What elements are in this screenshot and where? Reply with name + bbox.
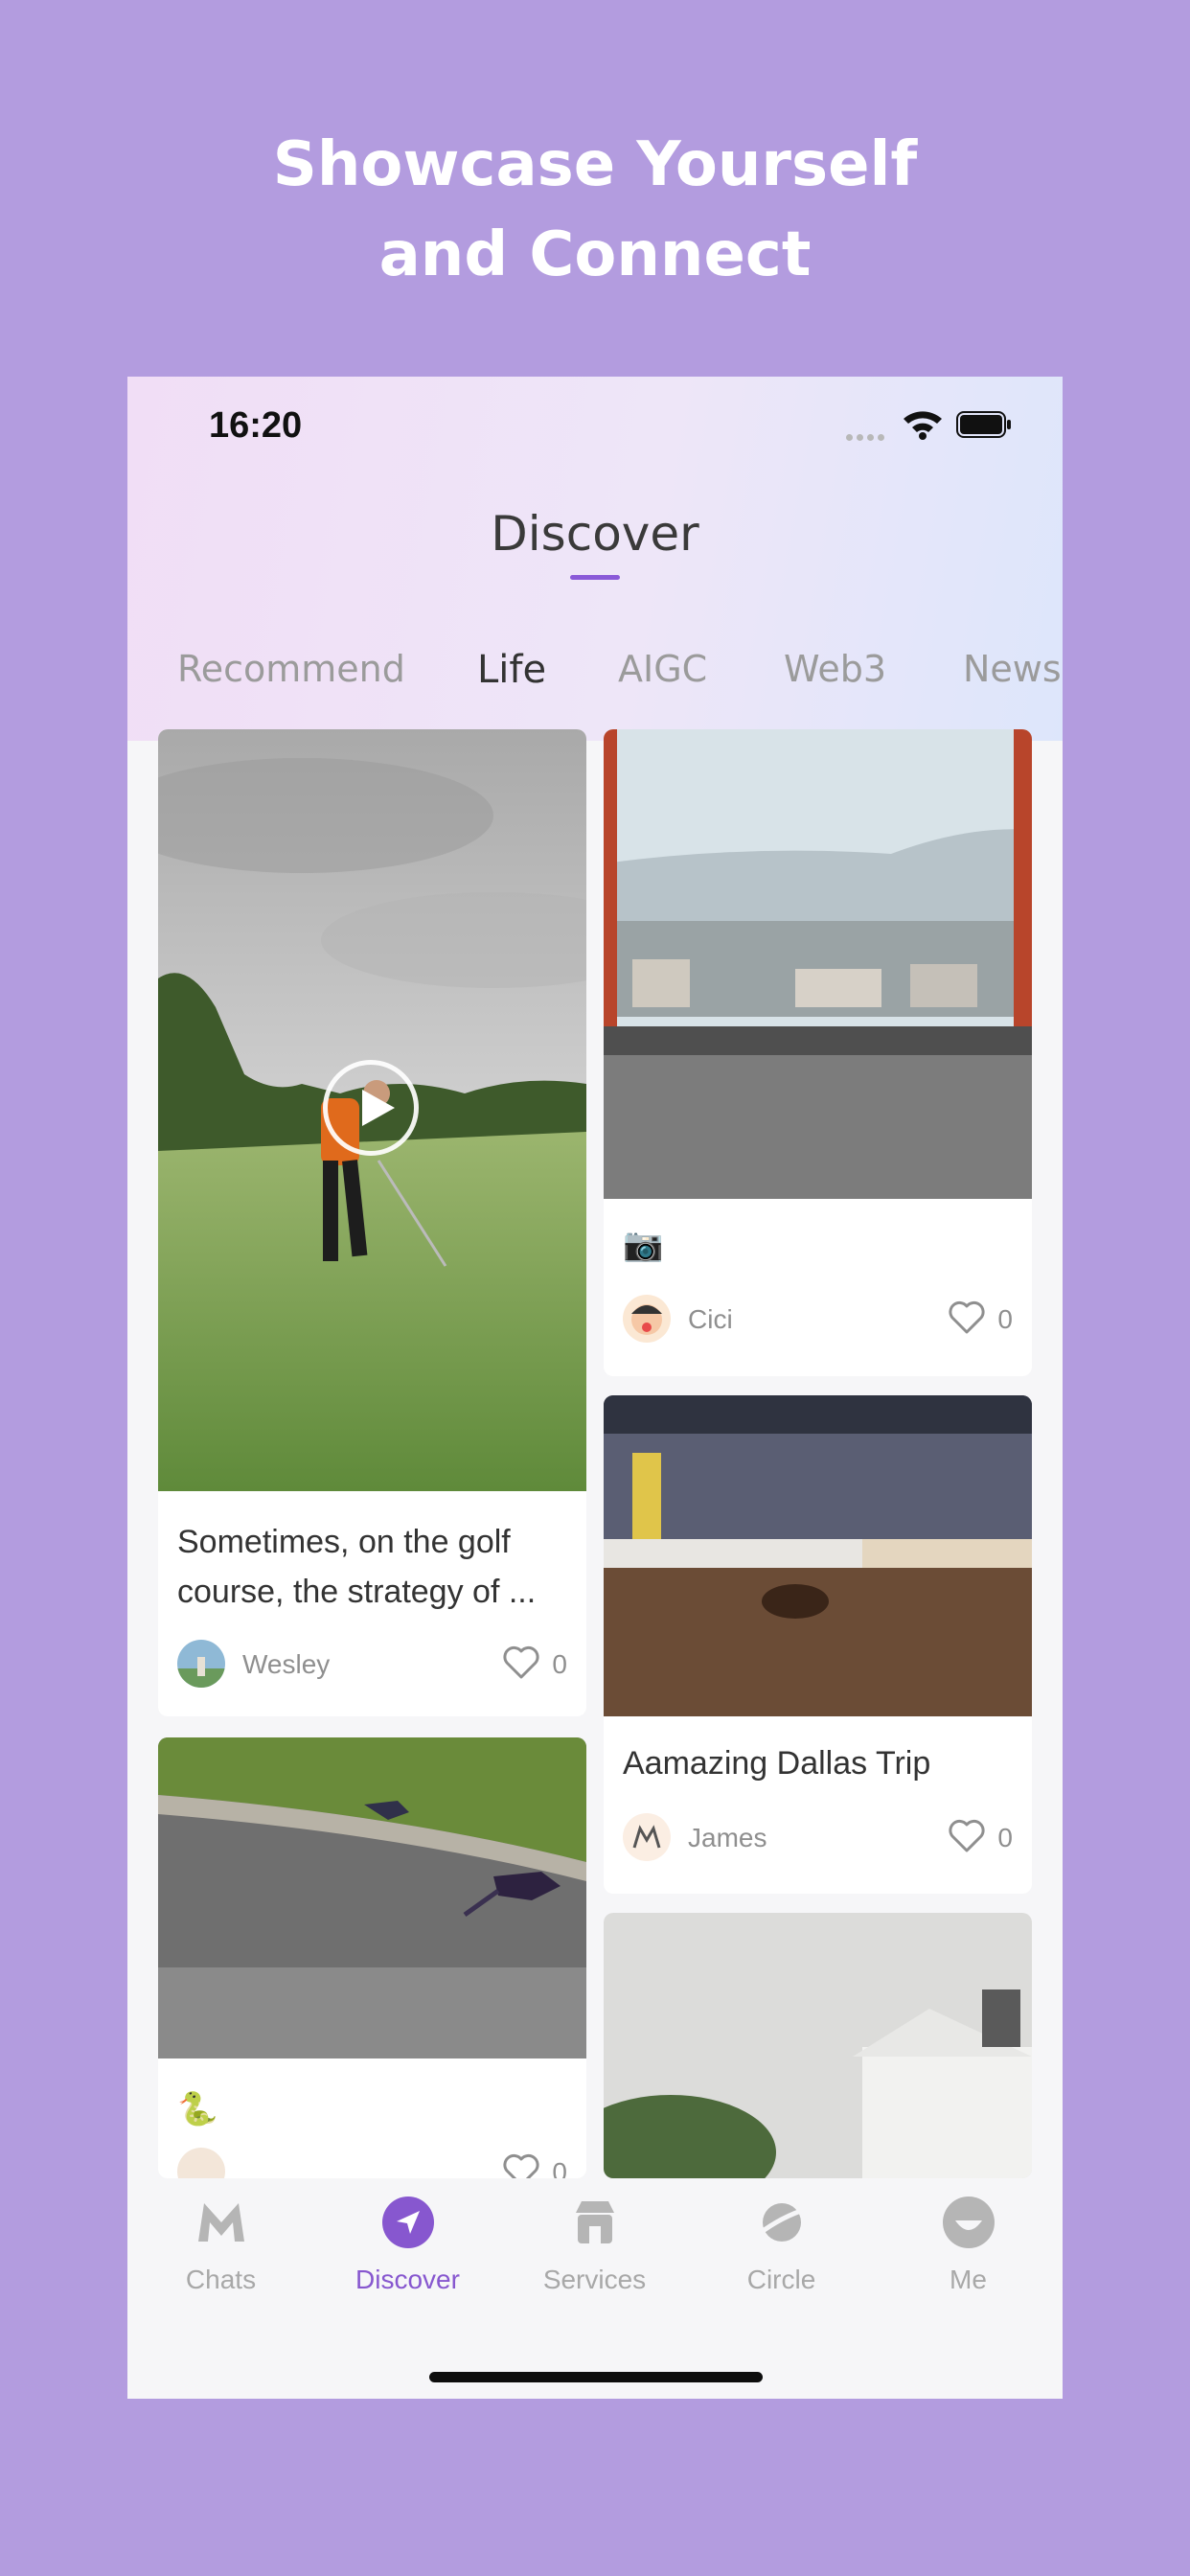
title-underline (570, 575, 620, 580)
status-time: 16:20 (209, 405, 303, 446)
tabbar-label: Services (542, 2265, 647, 2294)
post-title: Sometimes, on the golf course, the strat… (177, 1524, 537, 1610)
avatar[interactable] (623, 1295, 671, 1343)
discover-icon (382, 2196, 434, 2248)
author-name: James (688, 1823, 767, 1852)
battery-icon (956, 411, 1011, 438)
tabbar-label: Me (950, 2265, 987, 2294)
chats-icon (198, 2203, 244, 2242)
tab-web3[interactable]: Web3 (784, 648, 886, 690)
post-card-bird[interactable]: 🐍 0 (158, 1737, 586, 2178)
services-icon (576, 2201, 614, 2243)
tabbar-discover[interactable]: Discover (314, 2178, 501, 2312)
page-title: Discover (491, 506, 699, 562)
rodeo-photo (604, 1395, 1032, 1716)
post-emoji: 🐍 (177, 2091, 218, 2128)
tab-aigc[interactable]: AIGC (618, 648, 707, 690)
tabbar-services[interactable]: Services (501, 2178, 688, 2312)
post-author-row: 0 (177, 2148, 567, 2178)
avatar[interactable] (177, 2148, 225, 2178)
bottom-tab-bar: Chats Discover Services Circle Me (127, 2178, 1063, 2399)
post-card-dallas[interactable]: Aamazing Dallas Trip James 0 (604, 1395, 1032, 1894)
city-view-photo (604, 729, 1032, 1199)
heart-icon (503, 1645, 539, 1679)
profile-icon (943, 2196, 995, 2248)
post-author-row: Cici 0 (623, 1295, 1013, 1345)
cellular-signal-icon (846, 428, 888, 446)
author-name: Cici (688, 1304, 733, 1334)
post-card-kyoto[interactable]: 📷 Cici 0 (604, 729, 1032, 1376)
like-count: 0 (552, 1649, 567, 1679)
home-indicator (429, 2372, 763, 2382)
phone-screen: 16:20 Discover Recommend Life AIGC Web3 … (127, 377, 1063, 2399)
like-count: 0 (997, 1304, 1013, 1334)
tabbar-circle[interactable]: Circle (688, 2178, 875, 2312)
heart-icon (503, 2153, 539, 2178)
building-photo (604, 1913, 1032, 2178)
category-tabs: Recommend Life AIGC Web3 News (127, 648, 1063, 715)
post-author-row: Wesley 0 (177, 1640, 567, 1690)
like-count: 0 (997, 1823, 1013, 1852)
avatar[interactable] (623, 1813, 671, 1861)
wifi-icon (904, 411, 942, 440)
avatar[interactable] (177, 1640, 225, 1688)
tab-news[interactable]: News (963, 648, 1062, 690)
post-card-building[interactable] (604, 1913, 1032, 2178)
tabbar-label: Circle (746, 2265, 816, 2294)
promo-headline: Showcase Yourself and Connect (0, 120, 1190, 300)
post-author-row: James 0 (623, 1813, 1013, 1863)
heart-icon (949, 1300, 985, 1334)
like-count: 0 (552, 2157, 567, 2178)
status-bar: 16:20 (127, 377, 1063, 472)
post-card-golf[interactable]: Sometimes, on the golf course, the strat… (158, 729, 586, 1716)
bird-photo (158, 1737, 586, 2058)
tabbar-label: Chats (185, 2265, 257, 2294)
tabbar-chats[interactable]: Chats (127, 2178, 314, 2312)
tabbar-me[interactable]: Me (875, 2178, 1062, 2312)
tabbar-label: Discover (355, 2265, 460, 2294)
tab-life[interactable]: Life (477, 648, 546, 692)
post-title: Aamazing Dallas Trip (623, 1745, 931, 1782)
headline-line-2: and Connect (378, 219, 812, 290)
planet-icon (757, 2203, 808, 2242)
play-video-button[interactable] (323, 1060, 419, 1156)
tab-recommend[interactable]: Recommend (177, 648, 405, 690)
heart-icon (949, 1819, 985, 1852)
author-name: Wesley (242, 1649, 331, 1679)
post-emoji: 📷 (623, 1227, 664, 1263)
headline-line-1: Showcase Yourself (272, 129, 918, 200)
